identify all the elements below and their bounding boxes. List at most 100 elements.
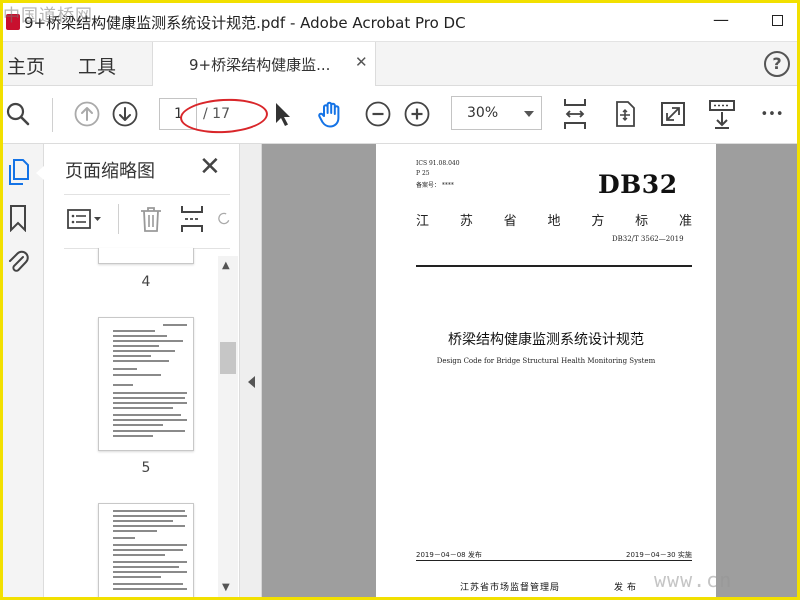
maximize-icon <box>771 15 783 26</box>
maximize-button[interactable] <box>764 8 790 32</box>
header-rule <box>416 265 692 267</box>
page-thumbnails-icon[interactable] <box>5 158 31 186</box>
thumbnail-text-line <box>113 588 187 590</box>
tools-tab[interactable]: 工具 <box>78 52 116 79</box>
nav-bar: 主页 工具 9+桥梁结构健康监... ✕ ? <box>0 42 800 86</box>
standard-logo: DB32 <box>598 170 678 199</box>
rotate-icon[interactable] <box>609 98 641 130</box>
thumbnail-text-line <box>113 566 179 568</box>
navigation-rail <box>0 144 44 600</box>
home-tab[interactable]: 主页 <box>7 52 45 79</box>
panel-splitter[interactable] <box>240 144 262 600</box>
document-view[interactable]: ICS 91.08.040 P 25 备案号： **** DB32 江 苏 省 … <box>262 144 800 600</box>
search-icon[interactable] <box>2 98 34 130</box>
thumbnail-text-line <box>113 360 169 362</box>
thumbnail-text-line <box>113 554 165 556</box>
standard-type-char: 方 <box>591 214 605 229</box>
watermark-url: www.cn <box>654 568 733 592</box>
standard-type-char: 地 <box>547 214 561 229</box>
thumbnail-text-line <box>113 576 161 578</box>
toolbar: 1 / 17 30% ••• <box>0 86 800 144</box>
document-tab[interactable]: 9+桥梁结构健康监... ✕ <box>152 42 376 86</box>
issuing-authority: 江苏省市场监督管理局 <box>460 583 561 593</box>
standard-type-char: 苏 <box>459 214 473 229</box>
document-tab-label: 9+桥梁结构健康监... <box>189 56 331 74</box>
rotate-page-icon[interactable] <box>216 204 230 234</box>
publish-label: 发布 <box>614 583 641 593</box>
standard-type: 江 苏 省 地 方 标 准 <box>416 210 692 229</box>
standard-code: DB32/T 3562—2019 <box>612 235 684 243</box>
thumbnail-text-line <box>113 335 167 337</box>
watermark-site: 中国道桥网 <box>3 6 93 26</box>
document-title: 桥梁结构健康监测系统设计规范 <box>448 332 644 348</box>
page-thumbnail-label: 4 <box>141 274 151 290</box>
page-thumbnail-label: 5 <box>141 460 151 476</box>
thumbnail-text-line <box>163 324 187 326</box>
close-tab-icon[interactable]: ✕ <box>355 53 368 71</box>
thumbnail-text-line <box>113 430 185 432</box>
scrollbar-thumb[interactable] <box>220 342 236 374</box>
fit-page-icon[interactable] <box>559 98 591 130</box>
standard-type-char: 准 <box>678 214 692 229</box>
more-icon[interactable]: ••• <box>756 98 788 130</box>
minimize-button[interactable]: — <box>708 8 734 32</box>
standard-type-char: 江 <box>416 214 430 229</box>
thumbnail-text-line <box>113 355 151 357</box>
thumbnail-text-line <box>113 525 185 527</box>
collapse-arrow-icon[interactable] <box>248 376 255 388</box>
p-code: P 25 <box>416 170 430 177</box>
thumbnail-text-line <box>113 330 155 332</box>
next-page-icon[interactable] <box>109 98 141 130</box>
thumbnail-text-line <box>113 384 133 386</box>
thumbnail-text-line <box>113 350 175 352</box>
insert-page-icon[interactable] <box>178 204 206 234</box>
thumbnail-text-line <box>113 549 183 551</box>
issue-date: 2019－04－08 发布 <box>416 551 482 559</box>
select-cursor-icon[interactable] <box>266 98 298 130</box>
thumbnail-text-line <box>113 374 161 376</box>
thumbnail-text-line <box>113 515 187 517</box>
implementation-date: 2019－04－30 实施 <box>626 551 692 559</box>
thumbnail-text-line <box>113 544 187 546</box>
thumbnail-text-line <box>113 530 157 532</box>
scroll-down-icon[interactable]: ▼ <box>222 582 230 593</box>
scrolling-mode-icon[interactable] <box>706 98 738 130</box>
thumbnail-text-line <box>113 397 185 399</box>
bookmark-icon[interactable] <box>5 204 31 232</box>
page-thumbnail[interactable] <box>98 503 194 600</box>
thumbnail-text-line <box>113 340 183 342</box>
thumbnail-text-line <box>113 583 183 585</box>
scroll-up-icon[interactable]: ▲ <box>222 260 230 271</box>
zoom-in-icon[interactable] <box>401 98 433 130</box>
help-button[interactable]: ? <box>764 51 790 77</box>
zoom-out-icon[interactable] <box>362 98 394 130</box>
page-thumbnail[interactable] <box>98 248 194 264</box>
standard-type-char: 标 <box>635 214 649 229</box>
thumbnail-text-line <box>113 345 159 347</box>
close-panel-icon[interactable]: ✕ <box>199 152 221 182</box>
options-menu-icon[interactable] <box>66 204 104 234</box>
rail-pointer <box>36 166 44 180</box>
footer-rule <box>416 560 692 562</box>
delete-page-icon[interactable] <box>137 204 165 234</box>
thumbnail-text-line <box>113 571 187 573</box>
hand-tool-icon[interactable] <box>314 98 346 130</box>
full-screen-icon[interactable] <box>657 98 689 130</box>
thumbnail-text-line <box>113 407 173 409</box>
panel-divider <box>64 194 230 195</box>
prev-page-icon[interactable] <box>71 98 103 130</box>
zoom-value: 30% <box>467 105 499 121</box>
thumbnail-text-line <box>113 414 181 416</box>
page-thumbnail[interactable] <box>98 317 194 451</box>
document-subtitle: Design Code for Bridge Structural Health… <box>436 357 656 365</box>
thumbnail-text-line <box>113 392 187 394</box>
chevron-down-icon <box>524 111 534 117</box>
thumbnails-scrollbar[interactable]: ▲ ▼ <box>218 256 238 600</box>
panel-title: 页面缩略图 <box>65 161 155 182</box>
zoom-select[interactable]: 30% <box>451 96 542 130</box>
thumbnail-text-line <box>113 561 187 563</box>
thumbnail-text-line <box>113 537 135 539</box>
thumbnail-text-line <box>113 435 153 437</box>
panel-tool-divider <box>118 204 119 234</box>
attachment-icon[interactable] <box>5 248 31 276</box>
